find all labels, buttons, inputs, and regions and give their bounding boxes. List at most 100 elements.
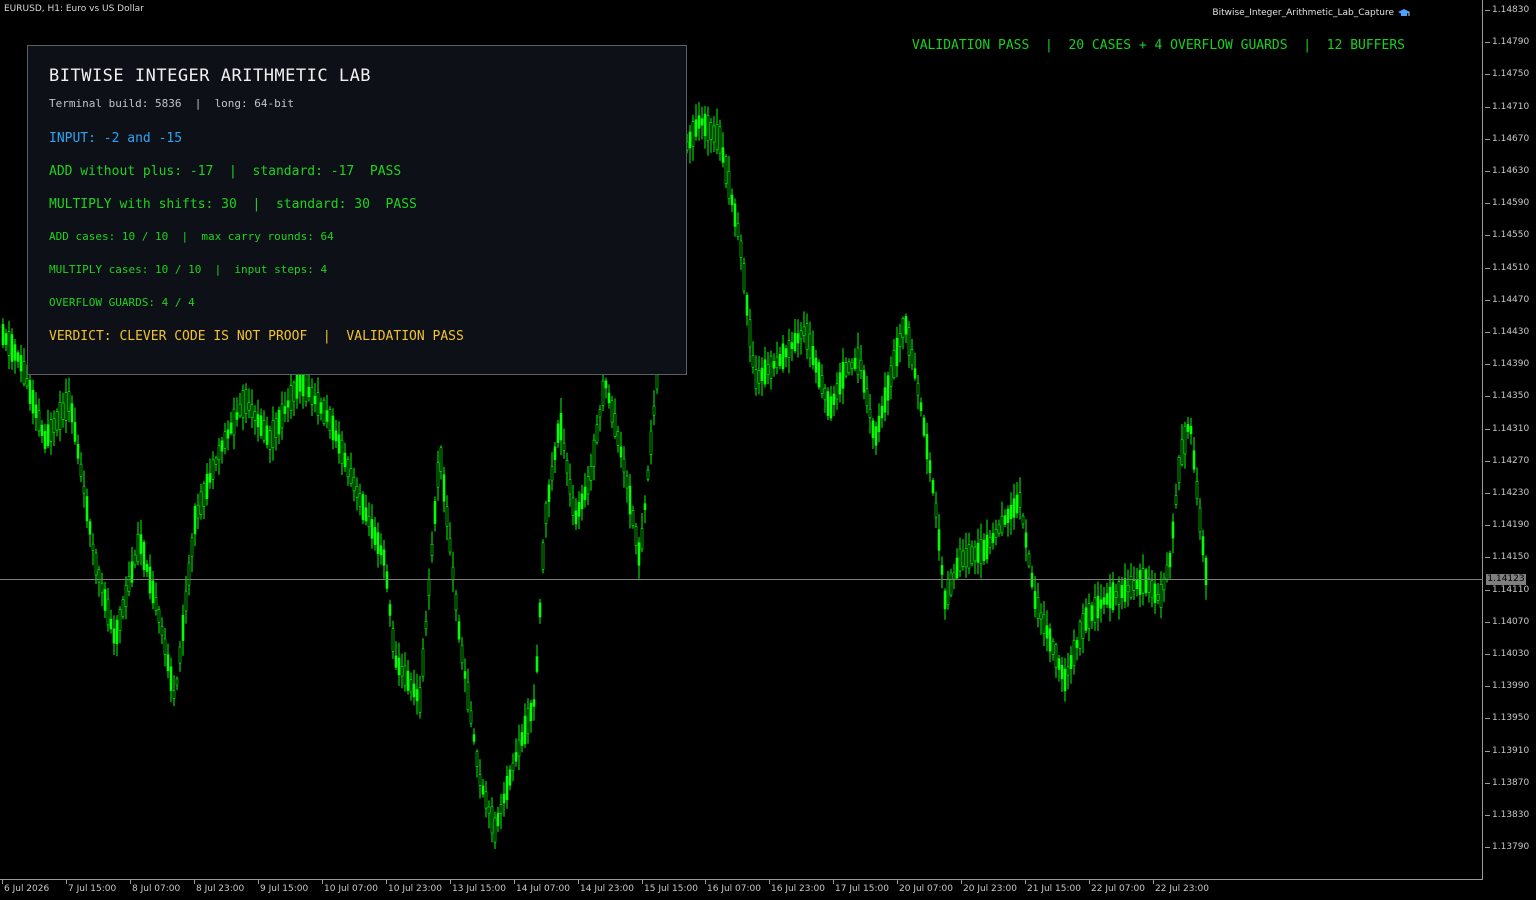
candle-body (1072, 640, 1076, 666)
time-axis[interactable]: 6 Jul 2026 7 Jul 15:00 8 Jul 07:00 8 Jul 23… (0, 880, 1483, 900)
candle-body (505, 775, 509, 801)
candle-body (433, 500, 437, 524)
candle-body (724, 156, 728, 184)
price-chart[interactable]: EURUSD, H1: Euro vs US Dollar Bitwise_In… (0, 0, 1483, 880)
candle-body (508, 769, 512, 786)
candle-body (838, 372, 842, 395)
candle-body (694, 119, 698, 137)
candle-body (1201, 536, 1205, 556)
candle-body (991, 533, 995, 543)
candle-body (448, 537, 452, 553)
price-label: 1.14030 (1492, 649, 1530, 659)
candle-body (526, 707, 530, 735)
candle-body (910, 349, 914, 366)
candle-body (553, 446, 557, 461)
candle-body (406, 670, 410, 691)
price-label: 1.14310 (1492, 424, 1530, 434)
candle-body (199, 491, 203, 515)
time-tick (897, 880, 898, 884)
candle-body (13, 344, 17, 361)
candle-body (559, 412, 563, 441)
candle-body (64, 392, 68, 421)
candle-body (976, 542, 980, 563)
candle-body (1081, 612, 1085, 639)
candle-body (160, 625, 164, 636)
candle-body (76, 443, 80, 459)
candle-body (736, 223, 740, 237)
candle-body (631, 510, 635, 526)
candle-body (307, 386, 311, 398)
price-label: 1.14510 (1492, 263, 1530, 273)
candle-body (436, 462, 440, 488)
time-label: 10 Jul 07:00 (324, 884, 378, 894)
time-tick (386, 880, 387, 884)
candle-body (994, 528, 998, 538)
candle-body (7, 331, 11, 356)
candle-body (697, 115, 701, 129)
price-axis[interactable]: 1.14830 1.14790 1.14750 1.14710 1.14670 1.146… (1484, 0, 1536, 880)
candle-body (745, 294, 749, 316)
candle-body (1099, 599, 1103, 609)
candle-body (469, 710, 473, 724)
candle-body (145, 564, 149, 572)
candle-body (94, 552, 98, 576)
candle-body (871, 420, 875, 439)
candle-body (268, 430, 272, 450)
candle-body (571, 497, 575, 516)
candle-body (409, 678, 413, 693)
candle-body (394, 655, 398, 668)
candle-body (748, 319, 752, 348)
candle-body (940, 565, 944, 575)
candle-body (331, 415, 335, 441)
candle-body (286, 400, 290, 408)
candle-body (688, 131, 692, 149)
candle-body (1093, 597, 1097, 623)
candle-body (136, 533, 140, 562)
candle-body (250, 404, 254, 418)
candle-body (754, 369, 758, 390)
time-label: 8 Jul 23:00 (196, 884, 245, 894)
candle-body (1132, 580, 1136, 591)
time-label: 9 Jul 15:00 (260, 884, 309, 894)
candle-body (1171, 521, 1175, 539)
candle-body (202, 483, 206, 507)
candle-body (247, 402, 251, 411)
candle-body (316, 392, 320, 416)
candle-body (1054, 644, 1058, 668)
candle-body (883, 387, 887, 413)
candle-body (253, 411, 257, 421)
candle-body (271, 420, 275, 448)
price-label: 1.14630 (1492, 166, 1530, 176)
candle-body (496, 812, 500, 827)
price-tick (1485, 364, 1490, 365)
candle-body (646, 469, 650, 480)
expert-advisor-label[interactable]: Bitwise_Integer_Arithmetic_Lab_Capture (1212, 8, 1410, 18)
candle-body (106, 598, 110, 626)
candle-body (721, 147, 725, 163)
candle-body (835, 383, 839, 400)
candle-body (802, 326, 806, 336)
candle-body (472, 734, 476, 742)
candle-body (832, 393, 836, 405)
candle-body (865, 388, 869, 407)
candle-body (16, 352, 20, 362)
candle-body (58, 401, 62, 430)
candle-body (187, 562, 191, 586)
add-cases-line: ADD cases: 10 / 10 | max carry rounds: 6… (49, 230, 334, 243)
candle-body (322, 399, 326, 425)
candle-body (274, 417, 278, 438)
candle-body (400, 666, 404, 677)
candle-body (1, 324, 5, 345)
candle-body (460, 644, 464, 664)
candle-body (295, 373, 299, 399)
candle-body (265, 425, 269, 445)
candle-body (547, 484, 551, 502)
candle-body (703, 113, 707, 137)
candle-body (727, 170, 731, 199)
time-tick (769, 880, 770, 884)
price-tick (1485, 268, 1490, 269)
candle-body (133, 554, 137, 566)
candle-body (1033, 591, 1037, 609)
candle-body (622, 458, 626, 473)
candle-body (103, 589, 107, 611)
